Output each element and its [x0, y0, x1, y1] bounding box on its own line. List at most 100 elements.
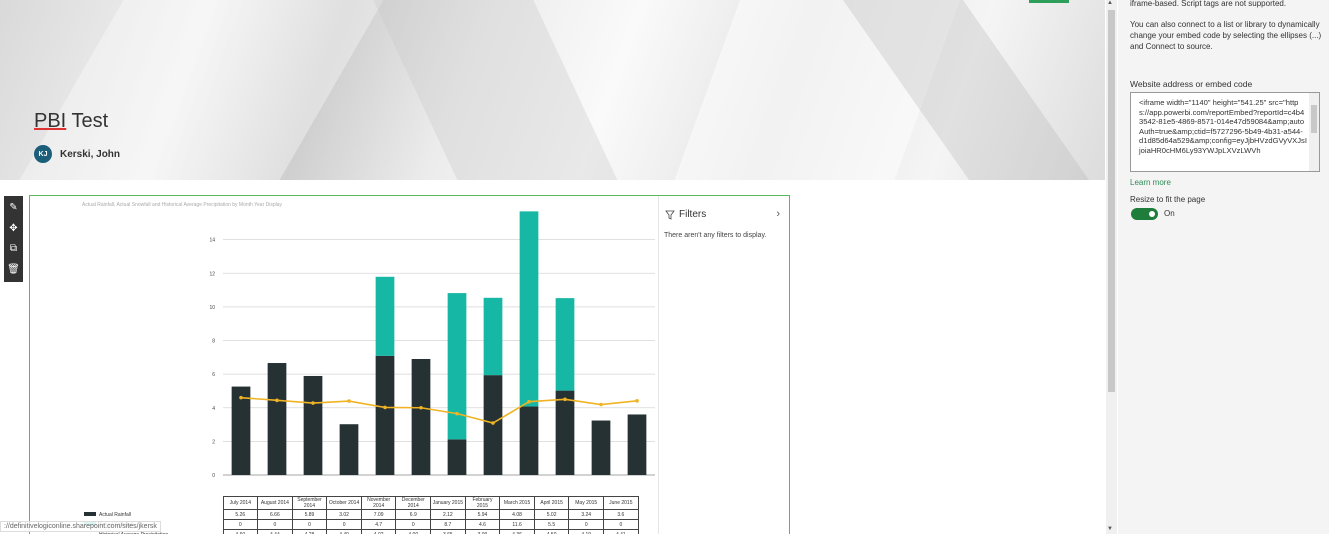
category-label: June 2015 — [603, 496, 639, 510]
table-cell: 0 — [222, 519, 259, 530]
table-cell: 0 — [291, 519, 328, 530]
category-label: August 2014 — [257, 496, 293, 510]
y-tick-label: 0 — [212, 473, 215, 479]
y-tick-label: 2 — [212, 439, 215, 445]
category-label: July 2014 — [222, 496, 259, 510]
publish-button-edge[interactable] — [1029, 0, 1069, 3]
y-tick-label: 4 — [212, 406, 215, 412]
point-historical-average — [275, 398, 279, 403]
table-cell: 3.09 — [464, 529, 501, 534]
chevron-right-icon[interactable]: › — [776, 208, 780, 220]
table-cell: 11.6 — [499, 519, 535, 530]
category-label: May 2015 — [568, 496, 605, 510]
category-label: April 2015 — [533, 496, 570, 510]
powerbi-report-frame[interactable]: Actual Rainfall, Actual Snowfall and His… — [29, 195, 790, 534]
bar-actual-snowfall — [375, 276, 395, 356]
table-row: Actual Snowfall00004.708.74.611.65.500 — [83, 519, 639, 530]
point-historical-average — [599, 402, 603, 407]
filters-empty-message: There aren't any filters to display. — [664, 232, 767, 239]
move-icon[interactable]: ✥ — [6, 223, 22, 234]
scroll-down-icon[interactable]: ▼ — [1107, 526, 1113, 532]
bar-actual-snowfall — [555, 298, 575, 391]
table-cell: 5.94 — [464, 509, 501, 520]
point-historical-average — [527, 399, 531, 404]
filters-header[interactable]: Filters — [665, 209, 706, 220]
table-cell: 0 — [603, 519, 639, 530]
table-cell: 4.7 — [360, 519, 397, 530]
table-cell: 7.09 — [360, 509, 397, 520]
table-cell: 5.5 — [533, 519, 570, 530]
point-historical-average — [455, 411, 459, 416]
y-tick-label: 14 — [209, 238, 215, 244]
toggle-state-label: On — [1164, 209, 1175, 218]
category-label: January 2015 — [430, 496, 466, 510]
category-label: December 2014 — [395, 496, 432, 510]
bar-actual-rainfall — [555, 390, 575, 475]
textarea-scroll-thumb[interactable] — [1311, 105, 1317, 133]
pane-note-connect: You can also connect to a list or librar… — [1130, 20, 1322, 51]
page-root: PBI Test KJ Kerski, John ✎ ✥ ⧉ 🗑 Actual … — [0, 0, 1329, 534]
toggle-knob — [1149, 211, 1155, 217]
textarea-scrollbar[interactable] — [1309, 93, 1319, 171]
y-tick-label: 12 — [209, 271, 215, 277]
bar-actual-rainfall — [303, 375, 323, 475]
table-cell: 4.02 — [360, 529, 397, 534]
table-cell: 3.6 — [603, 509, 639, 520]
table-cell: 4.40 — [326, 529, 362, 534]
point-historical-average — [383, 405, 387, 410]
resize-to-fit-label: Resize to fit the page — [1130, 195, 1206, 204]
filter-icon — [665, 210, 675, 220]
combo-chart[interactable]: 0 2 4 6 8 10 12 14 — [30, 196, 658, 496]
embed-code-textarea[interactable]: <iframe width="1140" height="541.25" src… — [1130, 92, 1320, 172]
category-label: November 2014 — [360, 496, 397, 510]
bar-actual-snowfall — [447, 293, 467, 440]
table-cell: 4.41 — [603, 529, 639, 534]
learn-more-link[interactable]: Learn more — [1130, 178, 1171, 187]
bar-actual-rainfall — [483, 375, 503, 475]
pencil-icon[interactable]: ✎ — [6, 203, 22, 213]
table-cell: 4.19 — [568, 529, 605, 534]
page-title-suffix: Test — [66, 110, 109, 132]
table-cell: 4.6 — [464, 519, 501, 530]
table-cell: 4.60 — [222, 529, 259, 534]
duplicate-icon[interactable]: ⧉ — [6, 244, 22, 254]
author-name[interactable]: Kerski, John — [60, 149, 120, 160]
pane-note-script: iframe-based. Script tags are not suppor… — [1130, 0, 1287, 8]
table-cell: 8.7 — [430, 519, 466, 530]
author-info: KJ Kerski, John — [34, 145, 120, 163]
delete-icon[interactable]: 🗑 — [6, 264, 22, 275]
category-label: March 2015 — [499, 496, 535, 510]
category-label: October 2014 — [326, 496, 362, 510]
page-scrollbar[interactable]: ▲ ▼ — [1106, 0, 1117, 534]
category-label: September 2014 — [291, 496, 328, 510]
bar-actual-rainfall — [519, 406, 539, 475]
page-header-banner: PBI Test KJ Kerski, John — [0, 0, 1105, 180]
scrollbar-thumb[interactable] — [1108, 10, 1115, 392]
web-part-toolbar: ✎ ✥ ⧉ 🗑 — [4, 196, 23, 282]
embed-code-value[interactable]: <iframe width="1140" height="541.25" src… — [1139, 98, 1307, 156]
table-cell: 0 — [568, 519, 605, 530]
bar-actual-rainfall — [375, 355, 395, 475]
bar-actual-rainfall — [627, 414, 647, 475]
bar-actual-rainfall — [339, 424, 359, 475]
bar-actual-rainfall — [411, 358, 431, 475]
bar-actual-rainfall — [447, 439, 467, 475]
y-tick-label: 10 — [209, 305, 215, 311]
table-row: Actual Rainfall 5.26 6.66 5.89 3.02 7.09 6.9 2.… — [83, 509, 639, 520]
page-title[interactable]: PBI Test — [34, 110, 108, 133]
point-historical-average — [239, 395, 243, 400]
series-label: Actual Rainfall — [83, 510, 223, 520]
avatar[interactable]: KJ — [34, 145, 52, 163]
resize-toggle[interactable] — [1131, 208, 1158, 220]
table-cell: 4.00 — [395, 529, 432, 534]
table-cell: 2.12 — [430, 509, 466, 520]
bar-actual-rainfall — [267, 363, 287, 475]
line-historical-average — [240, 396, 638, 424]
legend-swatch — [84, 512, 96, 517]
point-historical-average — [635, 399, 639, 403]
scroll-up-icon[interactable]: ▲ — [1107, 0, 1113, 6]
category-label: February 2015 — [464, 496, 501, 510]
table-cell: 3.24 — [568, 509, 605, 520]
table-cell: 4.50 — [533, 529, 570, 534]
table-header-row: July 2014 August 2014 September 2014 Octobe… — [83, 496, 639, 510]
